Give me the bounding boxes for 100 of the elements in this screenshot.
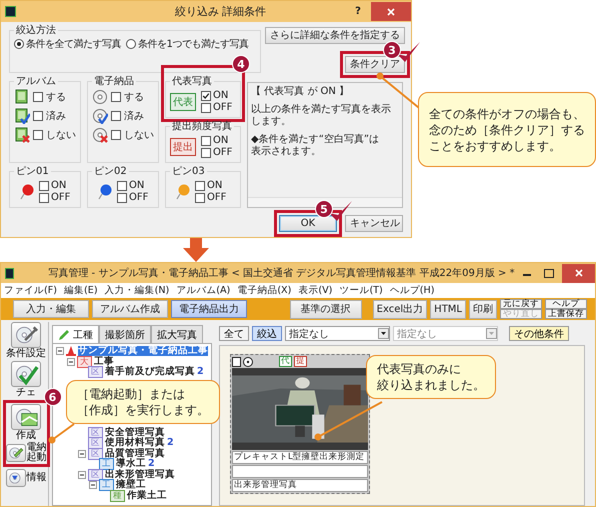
menu-item[interactable]: 編集(E) bbox=[64, 284, 98, 297]
filter-button[interactable]: 絞込 bbox=[252, 326, 282, 341]
menu-item[interactable]: ヘルプ(H) bbox=[390, 284, 434, 297]
callout-text: ことをおすすめします。 bbox=[429, 138, 562, 154]
checkbox[interactable] bbox=[201, 103, 211, 113]
checkbox[interactable] bbox=[117, 193, 127, 203]
sidebar-button[interactable]: 情報 bbox=[6, 469, 46, 487]
toolbar-button[interactable]: 印刷 bbox=[469, 300, 497, 318]
down-arrow-icon bbox=[183, 238, 209, 262]
menu-item[interactable]: 電子納品(X) bbox=[237, 284, 292, 297]
scrollbar[interactable] bbox=[248, 197, 402, 207]
tab[interactable]: 工種 bbox=[52, 325, 99, 343]
detail-conditions-button[interactable]: さらに詳細な条件を指定する bbox=[265, 27, 405, 44]
sidebar-button[interactable]: 条件設定 bbox=[6, 322, 46, 359]
toolbar-button[interactable]: Excel出力 bbox=[372, 300, 428, 318]
group-title: 提出頻度写真 bbox=[171, 121, 233, 132]
notebook-icon bbox=[14, 88, 30, 104]
checkbox[interactable] bbox=[39, 193, 49, 203]
checkbox[interactable] bbox=[33, 92, 43, 102]
checkbox[interactable] bbox=[117, 181, 127, 191]
tree-item[interactable]: 品質管理写真 bbox=[105, 448, 165, 459]
toolbar-button[interactable]: HTML bbox=[430, 300, 466, 318]
radio-button[interactable] bbox=[126, 39, 136, 49]
disc-icon bbox=[243, 356, 253, 366]
checkbox[interactable] bbox=[111, 92, 121, 102]
group-title: 代表写真 bbox=[171, 76, 213, 87]
pencil-icon bbox=[58, 328, 70, 340]
checkbox[interactable] bbox=[195, 193, 205, 203]
collapse-icon[interactable] bbox=[67, 358, 75, 366]
toolbar-button[interactable]: 基準の選択 bbox=[290, 300, 362, 318]
checkbox-label: 済み bbox=[46, 110, 66, 122]
disc-icon bbox=[92, 88, 108, 104]
radio-label: 条件を全て満たす写真 bbox=[26, 38, 121, 51]
checkbox[interactable] bbox=[33, 130, 43, 140]
menu-item[interactable]: ツール(T) bbox=[339, 284, 383, 297]
collapse-icon[interactable] bbox=[56, 347, 64, 356]
app-icon bbox=[5, 6, 16, 17]
collapse-icon[interactable] bbox=[78, 470, 86, 479]
step-badge: 6 bbox=[44, 388, 62, 406]
tab[interactable]: 拡大写真 bbox=[151, 325, 203, 343]
checkbox[interactable] bbox=[33, 110, 43, 120]
tag-label: 代表 bbox=[170, 93, 196, 111]
tree-item[interactable]: 出来形管理写真 bbox=[105, 470, 175, 480]
checkbox[interactable] bbox=[201, 91, 211, 101]
mode-tab[interactable]: 入力・編集 bbox=[13, 300, 89, 318]
clear-button[interactable]: 条件クリア bbox=[345, 56, 405, 73]
tree-item[interactable]: 作業土工 bbox=[127, 490, 167, 501]
checkbox-label: ON bbox=[51, 180, 66, 192]
checkbox[interactable] bbox=[111, 130, 121, 140]
help-button[interactable]: ? bbox=[345, 6, 371, 17]
disc-cross-icon bbox=[92, 126, 108, 142]
checkbox-label: ON bbox=[213, 135, 228, 147]
checkbox-label: しない bbox=[46, 128, 76, 142]
count-label: 2 bbox=[167, 438, 174, 448]
tree-item[interactable]: 着手前及び完成写真 bbox=[105, 367, 195, 378]
checkbox[interactable] bbox=[201, 136, 211, 146]
cancel-button[interactable]: キャンセル bbox=[345, 215, 403, 232]
menu-item[interactable]: ファイル(F) bbox=[4, 284, 58, 297]
maximize-icon[interactable] bbox=[544, 268, 554, 278]
tree-item[interactable]: 安全管理写真 bbox=[105, 428, 165, 438]
dropdown[interactable]: 指定なし bbox=[285, 326, 390, 341]
menu-item[interactable]: 入力・編集(N) bbox=[104, 284, 170, 297]
filter-button[interactable]: 全て bbox=[219, 326, 249, 341]
tree-item[interactable]: 擁壁工 bbox=[116, 480, 146, 490]
checkbox-label: ON bbox=[207, 180, 222, 192]
toolbar-button[interactable]: ヘルプ bbox=[545, 299, 587, 309]
description-text: ◆条件を満たす“空白写真”は bbox=[251, 134, 380, 146]
close-button[interactable] bbox=[371, 2, 411, 21]
radio-button[interactable] bbox=[14, 39, 24, 49]
menu-item[interactable]: 表示(V) bbox=[298, 284, 332, 297]
ok-button[interactable]: OK bbox=[279, 215, 337, 232]
node-tag: 区 bbox=[88, 426, 103, 439]
collapse-icon[interactable] bbox=[89, 481, 97, 490]
checkbox[interactable] bbox=[111, 110, 121, 120]
menu-item[interactable]: アルバム(A) bbox=[176, 284, 230, 297]
checkbox-label: OFF bbox=[129, 192, 148, 204]
description-text: 以上の条件を満たす写真を表示します。 bbox=[251, 104, 392, 128]
toolbar-button[interactable]: 元に戻す bbox=[500, 299, 542, 309]
close-icon bbox=[387, 8, 395, 16]
sidebar-button[interactable]: チェ bbox=[11, 361, 41, 398]
sidebar-button[interactable]: 作成 bbox=[11, 404, 41, 441]
image-icon bbox=[11, 404, 41, 430]
sidebar-button[interactable]: 電納起動 bbox=[6, 443, 46, 463]
callout-text: 絞り込まれました。 bbox=[377, 377, 485, 393]
mode-tab[interactable]: 電子納品出力 bbox=[171, 300, 247, 318]
toolbar-button[interactable]: 上書保存 bbox=[545, 309, 587, 319]
tab[interactable]: 撮影箇所 bbox=[99, 325, 151, 343]
dialog-title: 絞り込み 詳細条件 bbox=[174, 4, 268, 19]
tree-item[interactable]: 使用材料写真 bbox=[105, 438, 165, 448]
checkbox[interactable] bbox=[39, 181, 49, 191]
mode-tab[interactable]: アルバム作成 bbox=[92, 300, 168, 318]
node-tag: 区 bbox=[88, 468, 103, 481]
more-conditions-button[interactable]: その他条件 bbox=[509, 326, 569, 341]
checkbox[interactable] bbox=[201, 148, 211, 158]
count-label: 2 bbox=[197, 367, 204, 378]
collapse-icon[interactable] bbox=[78, 450, 86, 458]
tree-item[interactable]: 工事 bbox=[94, 356, 114, 367]
close-button[interactable] bbox=[562, 264, 595, 282]
tree-item[interactable]: 導水工 bbox=[116, 459, 146, 470]
checkbox[interactable] bbox=[195, 181, 205, 191]
